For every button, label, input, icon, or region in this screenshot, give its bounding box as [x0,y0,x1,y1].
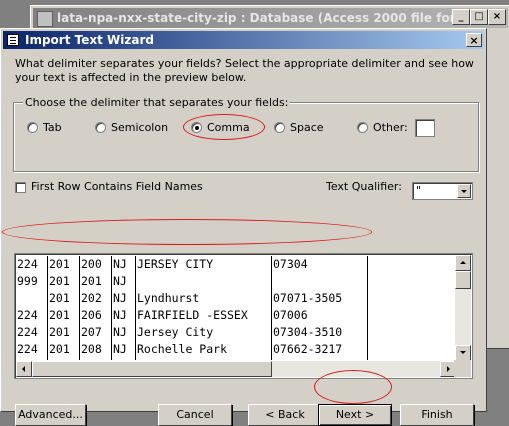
preview-row: 999 201 201 NJ [17,273,453,290]
preview-cell: 201 [81,274,102,288]
preview-pane[interactable]: 224 201 200 NJ JERSEY CITY 07304 999 201 201 NJ 20… [14,253,473,379]
minimize-button[interactable]: _ [452,9,470,25]
preview-cell: 201 [49,274,70,288]
preview-cell: NJ [113,257,127,271]
instructions-text: What delimiter separates your fields? Se… [15,57,474,84]
preview-cell: NJ [113,308,127,322]
vertical-scrollbar[interactable] [455,255,471,361]
radio-circle [357,122,368,133]
scroll-up-icon[interactable] [455,255,471,271]
import-text-wizard-dialog: Import Text Wizard × What delimiter sepa… [0,28,487,426]
preview-cell: 202 [81,291,102,305]
preview-cell: 224 [17,358,38,360]
preview-cell: 224 [17,257,38,271]
preview-row: 224 201 200 NJ JERSEY CITY 07304 [17,256,453,273]
scrollbar-corner [454,360,471,377]
preview-cell: JERSEY CITY [137,257,214,271]
next-button[interactable]: Next > [318,404,392,426]
database-window-titlebar: lata-npa-nxx-state-city-zip : Database (… [33,8,508,28]
preview-cell: 207 [81,325,102,339]
horizontal-scroll-thumb[interactable] [32,361,272,377]
back-button[interactable]: < Back [248,404,322,426]
preview-cell: NJ [113,325,127,339]
radio-circle [27,122,38,133]
preview-cell: 224 [17,308,38,322]
preview-grid: 224 201 200 NJ JERSEY CITY 07304 999 201 201 NJ 20… [17,256,453,360]
preview-cell: NJ [113,291,127,305]
delimiter-group [13,102,479,172]
other-delimiter-input[interactable] [415,119,435,137]
preview-row: 224 201 209 NJ JERSEY CITY 07304 [17,358,453,360]
radio-other-label: Other: [373,121,408,134]
preview-cell: 07006 [273,308,308,322]
preview-cell: 201 [49,308,70,322]
preview-cell: NJ [113,358,127,360]
preview-cell: 201 [49,325,70,339]
maximize-button[interactable]: □ [470,9,488,25]
finish-button[interactable]: Finish [400,404,474,426]
preview-row: 201 202 NJ Lyndhurst 07071-3505 [17,290,453,307]
preview-cell: Rochelle Park [137,342,228,356]
close-database-button[interactable]: × [488,9,506,25]
preview-cell: NJ [113,342,127,356]
dialog-titlebar: Import Text Wizard × [3,31,484,49]
preview-cell: 224 [17,342,38,356]
chevron-down-icon[interactable] [457,184,471,198]
cancel-button[interactable]: Cancel [158,404,232,426]
database-window-title: lata-npa-nxx-state-city-zip : Database (… [57,11,488,25]
text-qualifier-value: " [416,184,422,197]
radio-tab-label: Tab [43,121,62,134]
preview-cell: FAIRFIELD -ESSEX [137,308,248,322]
preview-cell: 208 [81,342,102,356]
preview-cell: 07662-3217 [273,342,343,356]
vertical-scroll-thumb[interactable] [455,271,471,289]
scroll-down-icon[interactable] [455,345,471,361]
preview-cell: Lyndhurst [137,291,200,305]
preview-cell: 07304 [273,257,308,271]
preview-row: 224 201 207 NJ Jersey City 07304-3510 [17,324,453,341]
radio-circle-selected [191,122,202,133]
text-qualifier-label: Text Qualifier: [326,180,402,193]
preview-cell: 07304-3510 [273,325,343,339]
preview-cell: 224 [17,325,38,339]
wizard-icon [7,34,19,46]
delimiter-group-label: Choose the delimiter that separates your… [23,96,291,109]
database-icon [37,11,53,27]
preview-cell: 201 [49,257,70,271]
preview-row: 224 201 206 NJ FAIRFIELD -ESSEX 07006 [17,307,453,324]
scroll-left-icon[interactable] [16,361,32,377]
preview-cell: 07071-3505 [273,291,343,305]
first-row-checkbox[interactable] [15,182,26,193]
radio-circle [274,122,285,133]
radio-space-label: Space [290,121,324,134]
text-qualifier-select[interactable]: " [412,182,473,200]
dialog-title: Import Text Wizard [25,33,154,47]
preview-cell: JERSEY CITY [137,358,213,360]
radio-circle [95,122,106,133]
close-dialog-button[interactable]: × [466,33,482,47]
preview-cell: 201 [49,358,70,360]
preview-row: 224 201 208 NJ Rochelle Park 07662-3217 [17,341,453,358]
preview-cell: 209 [81,358,102,360]
horizontal-scrollbar[interactable] [16,361,456,377]
advanced-button[interactable]: Advanced... [15,404,86,426]
preview-cell: 201 [49,342,70,356]
preview-cell: 999 [17,274,38,288]
preview-cell: 07304 [273,358,308,360]
radio-comma-label: Comma [207,121,250,134]
preview-cell: NJ [113,274,127,288]
preview-cell: 200 [81,257,102,271]
preview-cell: Jersey City [137,325,214,339]
preview-cell: 201 [49,291,70,305]
first-row-label: First Row Contains Field Names [31,180,203,193]
radio-semicolon-label: Semicolon [111,121,169,134]
preview-cell: 206 [81,308,102,322]
